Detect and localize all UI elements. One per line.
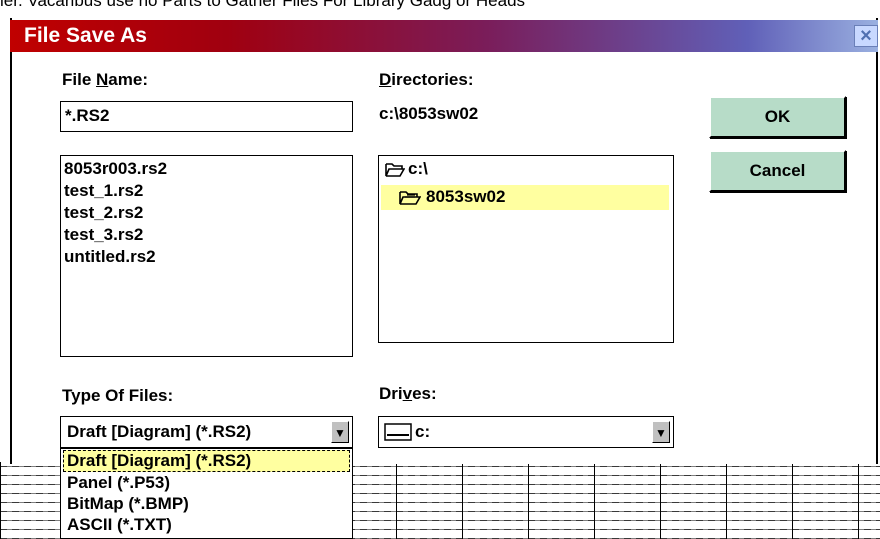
type-of-files-label: Type Of Files: bbox=[62, 386, 174, 405]
list-item[interactable]: test_2.rs2 bbox=[64, 202, 167, 224]
type-of-files-dropdown-button[interactable]: ▼ bbox=[331, 421, 349, 443]
close-icon: × bbox=[860, 25, 872, 47]
directories-list[interactable]: c:\ 8053sw02 bbox=[378, 155, 674, 343]
ok-button[interactable]: OK bbox=[709, 96, 846, 138]
drives-value: c: bbox=[415, 422, 431, 441]
drives-select[interactable]: c: ▼ bbox=[378, 416, 674, 448]
list-item[interactable]: test_3.rs2 bbox=[64, 224, 167, 246]
list-item[interactable]: 8053r003.rs2 bbox=[64, 158, 167, 180]
file-name-value: *.RS2 bbox=[65, 106, 110, 125]
files-list-items: 8053r003.rs2 test_1.rs2 test_2.rs2 test_… bbox=[64, 158, 167, 268]
directory-item-root[interactable]: c:\ bbox=[381, 158, 669, 180]
close-button[interactable]: × bbox=[854, 25, 878, 47]
dropdown-option[interactable]: Panel (*.P53) bbox=[67, 472, 170, 494]
file-name-input[interactable]: *.RS2 bbox=[60, 101, 353, 132]
directory-item-selected[interactable]: 8053sw02 bbox=[381, 185, 669, 210]
dialog-title-bar[interactable]: File Save As × bbox=[10, 20, 878, 52]
file-name-label: File Name: bbox=[62, 70, 148, 89]
list-item[interactable]: untitled.rs2 bbox=[64, 246, 167, 268]
type-of-files-value: Draft [Diagram] (*.RS2) bbox=[67, 422, 252, 441]
type-of-files-dropdown-list: Draft [Diagram] (*.RS2) Panel (*.P53) Bi… bbox=[60, 448, 353, 539]
drive-icon bbox=[384, 423, 412, 441]
background-app-text: ler. Vacaribus use no Parts to Gather Fi… bbox=[0, 0, 526, 10]
chevron-down-icon: ▼ bbox=[334, 426, 346, 440]
folder-open-icon bbox=[385, 163, 405, 177]
list-item[interactable]: test_1.rs2 bbox=[64, 180, 167, 202]
directories-label: Directories: bbox=[379, 70, 474, 89]
dropdown-option-selected[interactable]: Draft [Diagram] (*.RS2) bbox=[63, 450, 350, 472]
folder-open-icon bbox=[399, 191, 421, 205]
cancel-button[interactable]: Cancel bbox=[709, 150, 846, 192]
files-list[interactable]: 8053r003.rs2 test_1.rs2 test_2.rs2 test_… bbox=[60, 155, 353, 357]
current-directory: c:\8053sw02 bbox=[379, 104, 479, 123]
drives-dropdown-button[interactable]: ▼ bbox=[652, 421, 670, 443]
drives-label: Drives: bbox=[379, 384, 437, 403]
dropdown-option[interactable]: BitMap (*.BMP) bbox=[67, 493, 189, 515]
dropdown-option[interactable]: ASCII (*.TXT) bbox=[67, 514, 172, 536]
type-of-files-select[interactable]: Draft [Diagram] (*.RS2) ▼ bbox=[60, 416, 353, 448]
dialog-title: File Save As bbox=[24, 24, 147, 47]
chevron-down-icon: ▼ bbox=[655, 426, 667, 440]
